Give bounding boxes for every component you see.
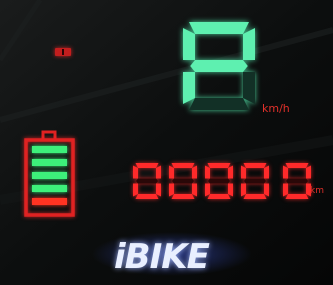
odometer-digit-1-segment-a xyxy=(171,163,195,168)
speed-digit-segment-a xyxy=(189,22,249,34)
speed-unit: km/h xyxy=(262,102,290,115)
odometer-digit-0-segment-g xyxy=(136,178,158,184)
warning-light-icon xyxy=(55,48,71,56)
odometer-digit-4-segment-a xyxy=(285,163,309,168)
odometer-unit: km xyxy=(310,186,324,196)
odometer-digit-1-segment-g xyxy=(172,178,194,184)
odometer-digit-2-segment-g xyxy=(208,178,230,184)
battery-bar xyxy=(32,185,67,192)
odometer-digit-4-segment-d xyxy=(285,194,309,199)
speed-digit-segment-d xyxy=(189,98,249,110)
odometer-digit-2-segment-a xyxy=(207,163,231,168)
battery-bar xyxy=(32,172,67,179)
battery-bar xyxy=(32,159,67,166)
odometer-digit-3-segment-g xyxy=(244,178,266,184)
odometer-digit-4-segment-g xyxy=(286,178,308,184)
battery-bar xyxy=(32,198,67,205)
battery-bar xyxy=(32,146,67,153)
odometer-digit-1-segment-d xyxy=(171,194,195,199)
dashboard-display: km/h km iBIKE xyxy=(0,0,333,285)
odometer-digit-3-segment-a xyxy=(243,163,267,168)
odometer-digit-0-segment-d xyxy=(135,194,159,199)
odometer-digit-2-segment-d xyxy=(207,194,231,199)
brand-logo: iBIKE xyxy=(114,237,210,277)
speed-digit-segment-g xyxy=(190,60,248,72)
odometer-digit-0-segment-a xyxy=(135,163,159,168)
odometer-digit-3-segment-d xyxy=(243,194,267,199)
